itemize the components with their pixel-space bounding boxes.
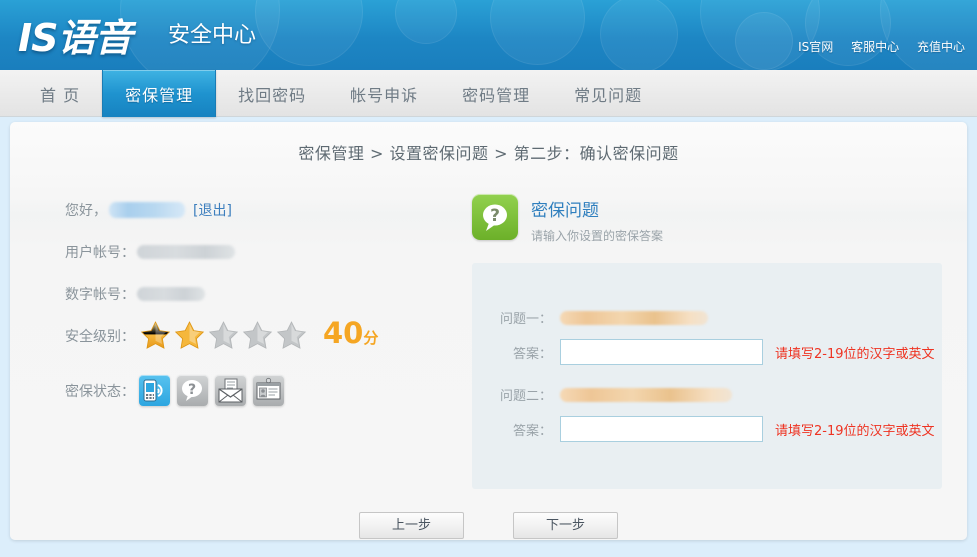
answer-one-row: 答案： 请填写2-19位的汉字或英文 (472, 339, 935, 365)
nav-item-retrieve-password[interactable]: 找回密码 (216, 70, 328, 117)
star-icon-empty (241, 320, 274, 351)
site-logo-subtitle: 安全中心 (168, 23, 257, 48)
greeting-value-redacted (109, 202, 185, 218)
security-level-stars (139, 320, 309, 351)
star-icon-filled (139, 320, 172, 351)
nav-item-faq[interactable]: 常见问题 (552, 70, 664, 117)
nav-item-account-appeal[interactable]: 帐号申诉 (328, 70, 440, 117)
question-mark-icon[interactable]: ? (177, 375, 208, 406)
main-navigation: 首 页 密保管理 找回密码 帐号申诉 密码管理 常见问题 (0, 70, 977, 117)
answer-two-input[interactable] (560, 416, 763, 442)
question-panel-subtitle: 请输入你设置的密保答案 (531, 229, 664, 243)
header-bubble-decoration (0, 0, 977, 70)
answer-one-label: 答案： (512, 346, 552, 362)
security-status-icons: ? (139, 375, 291, 406)
question-panel-header: ? 密保问题 请输入你设置的密保答案 (472, 194, 942, 244)
next-step-button[interactable]: 下一步 (513, 512, 619, 539)
content-card: 密保管理 > 设置密保问题 > 第二步：确认密保问题 您好， [退出] 用户帐号… (10, 122, 967, 540)
security-score: 40分 (323, 318, 378, 353)
site-header: IS语音 安全中心 IS官网 客服中心 充值中心 (0, 0, 977, 70)
security-level-label: 安全级别： (65, 328, 135, 345)
question-one-value-redacted (560, 310, 708, 325)
answer-two-label: 答案： (512, 423, 552, 439)
header-link-recharge-center[interactable]: 充值中心 (917, 40, 965, 54)
answer-one-input[interactable] (560, 339, 763, 365)
question-bubble-icon: ? (472, 194, 518, 240)
envelope-mail-icon[interactable] (215, 375, 246, 406)
header-link-customer-service-center[interactable]: 客服中心 (851, 40, 899, 54)
star-icon-filled (173, 320, 206, 351)
greeting-label: 您好， (65, 203, 107, 219)
account-value-redacted (137, 245, 235, 259)
answer-two-error: 请填写2-19位的汉字或英文 (775, 423, 935, 439)
header-links: IS官网 客服中心 充值中心 (784, 38, 965, 55)
question-two-label: 问题二： (499, 389, 552, 404)
question-panel-title: 密保问题 (531, 201, 599, 221)
nav-item-security-management[interactable]: 密保管理 (102, 70, 217, 117)
nav-item-home[interactable]: 首 页 (18, 70, 102, 117)
user-info-panel: 您好， [退出] 用户帐号： 数字帐号： 安全级别： 40分 密保状态： ? (65, 200, 445, 422)
site-logo[interactable]: IS语音 (18, 7, 133, 62)
previous-step-button[interactable]: 上一步 (358, 512, 464, 539)
number-account-row: 数字帐号： (65, 284, 445, 304)
security-status-row: 密保状态： ? (65, 375, 445, 406)
answer-one-error: 请填写2-19位的汉字或英文 (775, 346, 935, 362)
security-status-label: 密保状态： (65, 383, 135, 400)
star-icon-empty (275, 320, 308, 351)
answer-two-row: 答案： 请填写2-19位的汉字或英文 (472, 416, 935, 442)
id-card-icon[interactable] (253, 375, 284, 406)
question-one-label: 问题一： (499, 312, 552, 327)
mobile-phone-icon[interactable] (139, 375, 170, 406)
star-icon-empty (207, 320, 240, 351)
form-actions: 上一步 下一步 (10, 512, 967, 539)
breadcrumb: 密保管理 > 设置密保问题 > 第二步：确认密保问题 (298, 144, 679, 163)
security-score-value: 40 (323, 316, 364, 350)
question-panel: ? 密保问题 请输入你设置的密保答案 问题一： 答案： 请填写2-19位的汉字或… (472, 194, 942, 489)
question-two-row: 问题二： (472, 385, 732, 404)
security-score-unit: 分 (363, 329, 379, 347)
answers-form: 问题一： 答案： 请填写2-19位的汉字或英文 问题二： 答案： 请填写2-19… (472, 263, 942, 489)
security-level-row: 安全级别： 40分 (65, 318, 445, 353)
greeting-row: 您好， [退出] (65, 200, 445, 220)
number-account-label: 数字帐号： (65, 287, 135, 303)
svg-text:?: ? (490, 206, 500, 226)
account-label: 用户帐号： (65, 245, 135, 261)
nav-item-password-management[interactable]: 密码管理 (440, 70, 552, 117)
account-row: 用户帐号： (65, 242, 445, 262)
question-two-value-redacted (560, 387, 732, 402)
svg-text:?: ? (188, 382, 196, 398)
logout-link[interactable]: [退出] (193, 200, 232, 220)
question-one-row: 问题一： (472, 308, 708, 327)
number-account-value-redacted (137, 287, 205, 301)
header-link-is-official-site[interactable]: IS官网 (798, 40, 833, 54)
